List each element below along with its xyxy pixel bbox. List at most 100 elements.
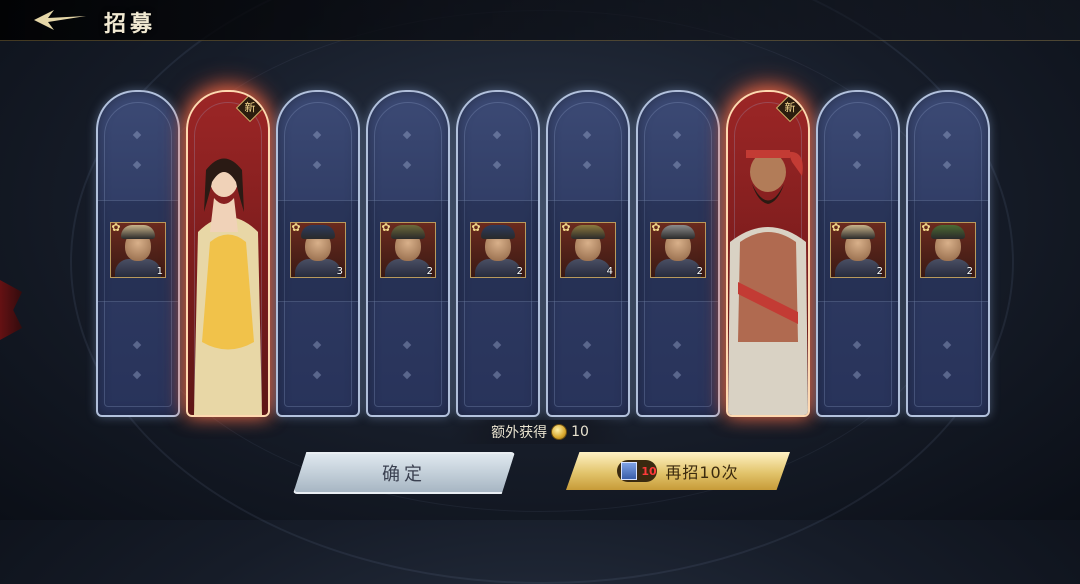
- confirm-button[interactable]: 确定: [293, 452, 515, 494]
- ornament-dot: [492, 340, 502, 350]
- hero-helmet: [841, 225, 875, 239]
- hero-helmet: [121, 225, 155, 239]
- ornament-dot: [312, 340, 322, 350]
- ornament-dot: [672, 370, 682, 380]
- ornament-dot: [402, 370, 412, 380]
- ornament-dot: [852, 160, 862, 170]
- ornament-dot: [942, 340, 952, 350]
- ornament-dot: [402, 340, 412, 350]
- recruit-again-label: 再招10次: [665, 463, 739, 482]
- rarity-flower-icon: ✿: [471, 222, 481, 234]
- hero-body: [115, 259, 161, 277]
- hero-body: [385, 259, 431, 277]
- extra-reward: 额外获得 10: [450, 420, 630, 444]
- hero-body: [565, 259, 611, 277]
- hero-helmet: [391, 225, 425, 239]
- hero-portrait: ✿ 2: [650, 222, 706, 278]
- hero-helmet: [481, 225, 515, 239]
- hero-fullart-lady: [194, 158, 262, 415]
- ornament-dot: [132, 370, 142, 380]
- ornament-dot: [132, 340, 142, 350]
- ornament-dot: [402, 130, 412, 140]
- recruit-results: ✿ 1 新 ✿ 3 ✿ 2 ✿ 2 ✿ 4 ✿ 2 新 ✿ 2 ✿ 2: [96, 90, 996, 417]
- figure-headband-tail: [788, 151, 803, 176]
- hero-portrait: ✿ 2: [380, 222, 436, 278]
- back-arrow-icon: [34, 10, 86, 30]
- hero-star-count: 2: [696, 266, 703, 277]
- hero-body: [295, 259, 341, 277]
- rarity-flower-icon: ✿: [291, 222, 301, 234]
- ornament-dot: [672, 340, 682, 350]
- figure-robe: [202, 234, 254, 350]
- back-button[interactable]: [30, 6, 90, 34]
- extra-reward-amount: 10: [571, 424, 589, 440]
- scroll-ticket-icon: [621, 462, 638, 480]
- hero-helmet: [931, 225, 965, 239]
- ornament-dot: [132, 130, 142, 140]
- rarity-flower-icon: ✿: [111, 222, 121, 234]
- hero-star-count: 2: [516, 266, 523, 277]
- recruit-ticket: 10: [617, 460, 658, 482]
- ornament-dot: [312, 130, 322, 140]
- hero-fullart-warrior: [728, 150, 808, 415]
- confirm-button-label: 确定: [382, 464, 426, 485]
- hero-star-count: 2: [966, 266, 973, 277]
- ornament-dot: [582, 370, 592, 380]
- hero-body: [835, 259, 881, 277]
- rarity-flower-icon: ✿: [651, 222, 661, 234]
- recruit-card[interactable]: ✿ 1: [96, 90, 180, 417]
- ornament-dot: [492, 130, 502, 140]
- recruit-card[interactable]: ✿ 2: [366, 90, 450, 417]
- ornament-dot: [582, 340, 592, 350]
- ornament-dot: [312, 160, 322, 170]
- recruit-card[interactable]: ✿ 2: [816, 90, 900, 417]
- ornament-dot: [402, 160, 412, 170]
- rarity-flower-icon: ✿: [381, 222, 391, 234]
- ornament-dot: [492, 370, 502, 380]
- rarity-flower-icon: ✿: [921, 222, 931, 234]
- new-hero-badge-label: 新: [244, 101, 256, 114]
- top-bar: 招募: [0, 0, 1080, 41]
- recruit-card[interactable]: ✿ 3: [276, 90, 360, 417]
- hero-helmet: [301, 225, 335, 239]
- recruit-again-button[interactable]: 10 再招10次: [566, 452, 790, 490]
- extra-reward-label: 额外获得: [491, 425, 548, 441]
- hero-portrait: ✿ 3: [290, 222, 346, 278]
- ornament-dot: [582, 130, 592, 140]
- page-title: 招募: [104, 12, 157, 37]
- ornament-dot: [942, 130, 952, 140]
- hero-portrait: ✿ 4: [560, 222, 616, 278]
- figure-neck: [210, 198, 238, 232]
- emblem-decoration: [0, 280, 22, 340]
- recruit-card[interactable]: 新: [726, 90, 810, 417]
- hero-body: [655, 259, 701, 277]
- ticket-cost: 10: [641, 464, 657, 478]
- recruit-card[interactable]: ✿ 2: [906, 90, 990, 417]
- ornament-dot: [582, 160, 592, 170]
- hero-body: [925, 259, 971, 277]
- hero-star-count: 1: [156, 266, 163, 277]
- recruit-card[interactable]: 新: [186, 90, 270, 417]
- ornament-dot: [672, 160, 682, 170]
- hero-star-count: 2: [876, 266, 883, 277]
- hero-body: [475, 259, 521, 277]
- ornament-dot: [672, 130, 682, 140]
- hero-helmet: [571, 225, 605, 239]
- ornament-dot: [942, 370, 952, 380]
- rarity-flower-icon: ✿: [561, 222, 571, 234]
- hero-helmet: [661, 225, 695, 239]
- hero-portrait: ✿ 2: [830, 222, 886, 278]
- ornament-dot: [852, 340, 862, 350]
- recruit-card[interactable]: ✿ 2: [456, 90, 540, 417]
- hero-portrait: ✿ 1: [110, 222, 166, 278]
- ornament-dot: [852, 130, 862, 140]
- hero-star-count: 4: [606, 266, 613, 277]
- new-hero-badge-label: 新: [784, 101, 796, 114]
- recruit-card[interactable]: ✿ 2: [636, 90, 720, 417]
- hero-portrait: ✿ 2: [470, 222, 526, 278]
- recruit-card[interactable]: ✿ 4: [546, 90, 630, 417]
- ornament-dot: [492, 160, 502, 170]
- figure-headband: [746, 150, 790, 158]
- ornament-dot: [942, 160, 952, 170]
- hero-portrait: ✿ 2: [920, 222, 976, 278]
